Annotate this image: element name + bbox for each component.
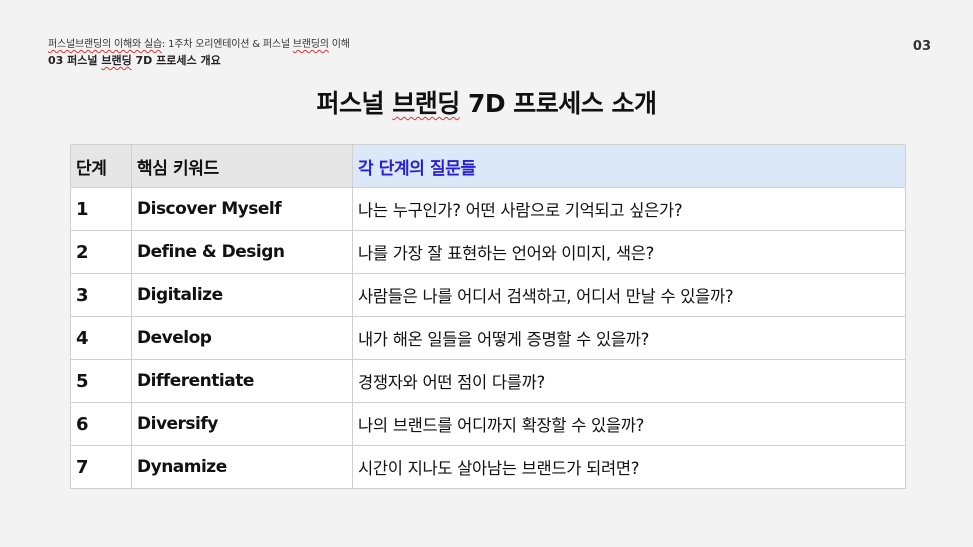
breadcrumb-course: 퍼스널브랜딩의 이해와 실습 (48, 39, 162, 50)
step-cell: 1 (70, 187, 132, 231)
table-row: 6 Diversify 나의 브랜드를 어디까지 확장할 수 있을까? (70, 402, 906, 446)
title-part1: 퍼스널 (316, 89, 393, 118)
question-cell: 경쟁자와 어떤 점이 다를까? (352, 359, 906, 403)
table-row: 1 Discover Myself 나는 누구인가? 어떤 사람으로 기억되고 … (70, 187, 906, 231)
process-table: 단계 핵심 키워드 각 단계의 질문들 1 Discover Myself 나는… (70, 144, 906, 489)
step-cell: 6 (70, 402, 132, 446)
keyword-cell: Diversify (131, 402, 353, 446)
breadcrumb: 퍼스널브랜딩의 이해와 실습: 1주차 오리엔테이션 & 퍼스널 브랜딩의 이해 (48, 38, 350, 52)
step-cell: 5 (70, 359, 132, 403)
title-part2: 브랜딩 (392, 89, 460, 118)
header-question: 각 단계의 질문들 (352, 144, 906, 188)
step-cell: 2 (70, 230, 132, 274)
keyword-cell: Differentiate (131, 359, 353, 403)
page-title: 퍼스널 브랜딩 7D 프로세스 소개 (0, 84, 973, 120)
keyword-cell: Develop (131, 316, 353, 360)
table-row: 7 Dynamize 시간이 지나도 살아남는 브랜드가 되려면? (70, 445, 906, 489)
keyword-cell: Discover Myself (131, 187, 353, 231)
table-row: 2 Define & Design 나를 가장 잘 표현하는 언어와 이미지, … (70, 230, 906, 274)
title-part3: 7D 프로세스 소개 (459, 89, 657, 118)
question-cell: 내가 해온 일들을 어떻게 증명할 수 있을까? (352, 316, 906, 360)
question-cell: 나를 가장 잘 표현하는 언어와 이미지, 색은? (352, 230, 906, 274)
subhead-prefix: 03 퍼스널 (48, 54, 102, 67)
step-cell: 4 (70, 316, 132, 360)
table-header-row: 단계 핵심 키워드 각 단계의 질문들 (70, 144, 906, 188)
page-number: 03 (912, 39, 931, 54)
slide-header: 퍼스널브랜딩의 이해와 실습: 1주차 오리엔테이션 & 퍼스널 브랜딩의 이해… (48, 38, 350, 69)
header-step: 단계 (70, 144, 132, 188)
header-keyword: 핵심 키워드 (131, 144, 353, 188)
table-row: 4 Develop 내가 해온 일들을 어떻게 증명할 수 있을까? (70, 316, 906, 360)
table-row: 3 Digitalize 사람들은 나를 어디서 검색하고, 어디서 만날 수 … (70, 273, 906, 317)
subhead-branding: 브랜딩 (101, 54, 132, 67)
question-cell: 사람들은 나를 어디서 검색하고, 어디서 만날 수 있을까? (352, 273, 906, 317)
question-cell: 나의 브랜드를 어디까지 확장할 수 있을까? (352, 402, 906, 446)
step-cell: 7 (70, 445, 132, 489)
breadcrumb-week: : 1주차 오리엔테이션 & 퍼스널 (161, 39, 293, 50)
keyword-cell: Digitalize (131, 273, 353, 317)
breadcrumb-end: 이해 (328, 39, 350, 50)
keyword-cell: Define & Design (131, 230, 353, 274)
step-cell: 3 (70, 273, 132, 317)
keyword-cell: Dynamize (131, 445, 353, 489)
subhead-suffix: 7D 프로세스 개요 (131, 54, 221, 67)
question-cell: 나는 누구인가? 어떤 사람으로 기억되고 싶은가? (352, 187, 906, 231)
breadcrumb-branding: 브랜딩의 (292, 39, 329, 50)
question-cell: 시간이 지나도 살아남는 브랜드가 되려면? (352, 445, 906, 489)
table-row: 5 Differentiate 경쟁자와 어떤 점이 다를까? (70, 359, 906, 403)
section-subhead: 03 퍼스널 브랜딩 7D 프로세스 개요 (48, 53, 350, 69)
